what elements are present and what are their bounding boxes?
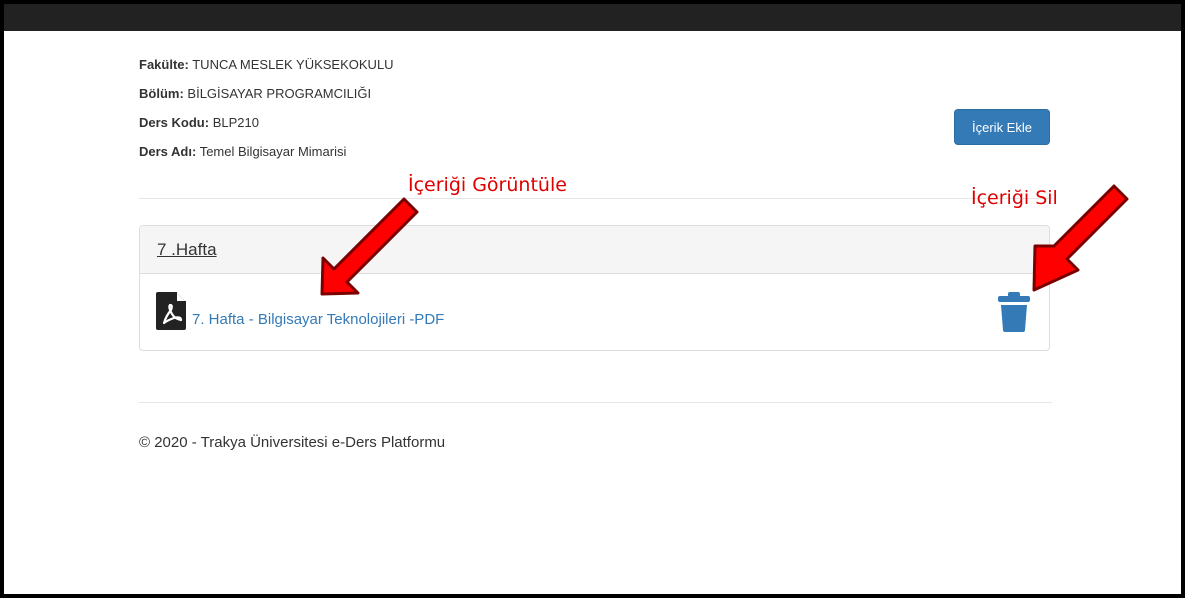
course-name-label: Ders Adı: <box>139 144 197 159</box>
faculty-row: Fakülte: TUNCA MESLEK YÜKSEKOKULU <box>139 56 394 85</box>
pdf-file-icon[interactable] <box>156 292 188 330</box>
faculty-label: Fakülte: <box>139 57 189 72</box>
divider <box>139 402 1052 403</box>
course-name-value: Temel Bilgisayar Mimarisi <box>199 144 347 159</box>
department-label: Bölüm: <box>139 86 184 101</box>
faculty-value: TUNCA MESLEK YÜKSEKOKULU <box>192 57 394 72</box>
course-name-row: Ders Adı: Temel Bilgisayar Mimarisi <box>139 143 394 172</box>
week-panel-body: 7. Hafta - Bilgisayar Teknolojileri -PDF <box>140 274 1049 350</box>
page-frame: Fakülte: TUNCA MESLEK YÜKSEKOKULU Bölüm:… <box>4 4 1181 594</box>
top-navbar <box>4 4 1181 31</box>
course-info: Fakülte: TUNCA MESLEK YÜKSEKOKULU Bölüm:… <box>139 56 394 172</box>
annotation-view-content: İçeriği Görüntüle <box>408 174 567 196</box>
department-row: Bölüm: BİLGİSAYAR PROGRAMCILIĞI <box>139 85 394 114</box>
trash-icon[interactable] <box>998 292 1030 332</box>
pdf-file-link[interactable]: 7. Hafta - Bilgisayar Teknolojileri -PDF <box>192 311 444 328</box>
course-code-value: BLP210 <box>212 115 259 130</box>
course-code-row: Ders Kodu: BLP210 <box>139 114 394 143</box>
footer-copyright: © 2020 - Trakya Üniversitesi e-Ders Plat… <box>139 434 446 451</box>
divider <box>139 198 1052 199</box>
add-content-button[interactable]: İçerik Ekle <box>954 109 1050 145</box>
week-title[interactable]: 7 .Hafta <box>157 240 217 259</box>
week-panel: 7 .Hafta 7. Hafta - Bilgisayar Teknoloji… <box>139 225 1050 351</box>
department-value: BİLGİSAYAR PROGRAMCILIĞI <box>187 86 372 101</box>
annotation-delete-content: İçeriği Sil <box>971 187 1058 209</box>
week-panel-header: 7 .Hafta <box>140 226 1049 274</box>
course-code-label: Ders Kodu: <box>139 115 210 130</box>
